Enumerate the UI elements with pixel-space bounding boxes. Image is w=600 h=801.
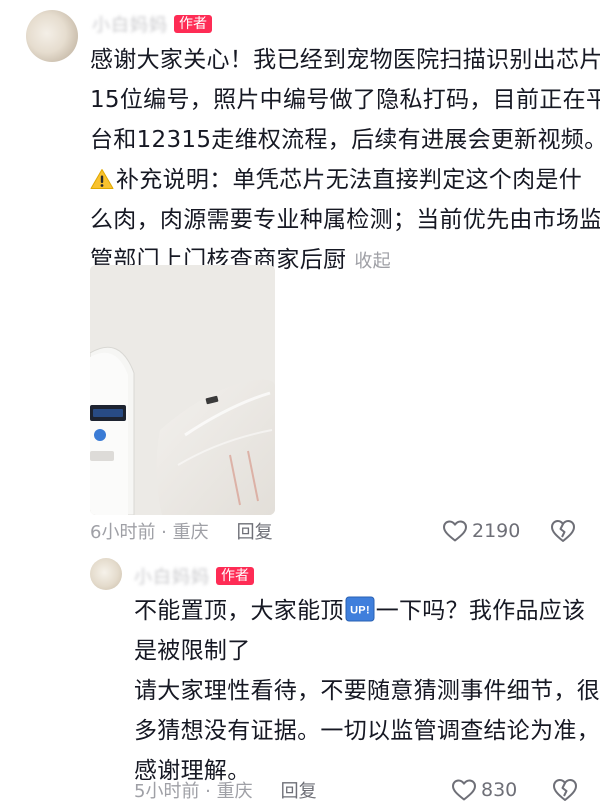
avatar[interactable] [26, 10, 78, 62]
timestamp-location: 6小时前 · 重庆 [90, 522, 209, 543]
broken-heart-icon[interactable] [550, 518, 576, 544]
up-badge-icon: UP! [345, 596, 375, 622]
like-button[interactable]: 830 [451, 776, 517, 801]
avatar[interactable] [90, 558, 122, 590]
comment-line: 补充说明：单凭芯片无法直接判定这个肉是什 [90, 160, 586, 200]
reply-button[interactable]: 回复 [237, 518, 273, 544]
like-count: 2190 [472, 520, 521, 542]
chip-scanner-photo [90, 265, 275, 515]
comment-line-text: 补充说明：单凭芯片无法直接判定这个肉是什 [116, 167, 582, 193]
like-button[interactable]: 2190 [442, 517, 520, 545]
comment-line: 请大家理性看待，不要随意猜测事件细节，很 [134, 678, 600, 704]
comment-2: 小白妈妈 作者 不能置顶，大家能顶 UP! 一下吗？我作品应该 是被限制了 请大家理… [0, 553, 600, 801]
comment-line: 多猜想没有证据。一切以监管调查结论为准， [134, 718, 600, 744]
username[interactable]: 小白妈妈 [134, 563, 210, 589]
author-badge: 作者 [174, 15, 212, 33]
comment-line-text: 不能置顶，大家能顶 [134, 598, 344, 624]
attached-photo[interactable] [90, 265, 275, 515]
comment-line: 15位编号，照片中编号做了隐私打码，目前正在平 [90, 87, 600, 113]
comment-text: 感谢大家关心！我已经到宠物医院扫描识别出芯片 15位编号，照片中编号做了隐私打码… [90, 40, 600, 282]
comment-line: 感谢大家关心！我已经到宠物医院扫描识别出芯片 [90, 47, 600, 73]
comment-line: 台和12315走维权流程，后续有进展会更新视频。 [90, 127, 600, 153]
comment-meta: 5小时前 · 重庆 回复 [134, 777, 317, 801]
up-badge-text: UP! [350, 605, 370, 617]
comment-meta: 6小时前 · 重庆 回复 [90, 518, 273, 544]
comment-line-text: 一下吗？我作品应该 [375, 598, 586, 624]
comment-line: 是被限制了 [134, 638, 251, 664]
author-badge: 作者 [216, 567, 254, 585]
comment-line: 不能置顶，大家能顶 UP! 一下吗？我作品应该 [134, 591, 586, 631]
comment-header: 小白妈妈 作者 [92, 10, 212, 38]
username[interactable]: 小白妈妈 [92, 11, 168, 37]
reply-button[interactable]: 回复 [281, 777, 317, 801]
collapse-link[interactable]: 收起 [354, 251, 391, 272]
like-count: 830 [481, 779, 518, 801]
heart-outline-icon [443, 520, 467, 542]
comment-line: 么肉，肉源需要专业种属检测；当前优先由市场监 [90, 207, 600, 233]
timestamp-location: 5小时前 · 重庆 [134, 781, 253, 801]
warning-icon [90, 168, 114, 190]
comment-1: 小白妈妈 作者 感谢大家关心！我已经到宠物医院扫描识别出芯片 15位编号，照片中… [0, 0, 600, 548]
broken-heart-icon[interactable] [552, 777, 578, 801]
comment-text: 不能置顶，大家能顶 UP! 一下吗？我作品应该 是被限制了 请大家理性看待，不要随意… [134, 591, 600, 791]
heart-outline-icon [452, 779, 476, 801]
comment-header: 小白妈妈 作者 [134, 563, 254, 589]
